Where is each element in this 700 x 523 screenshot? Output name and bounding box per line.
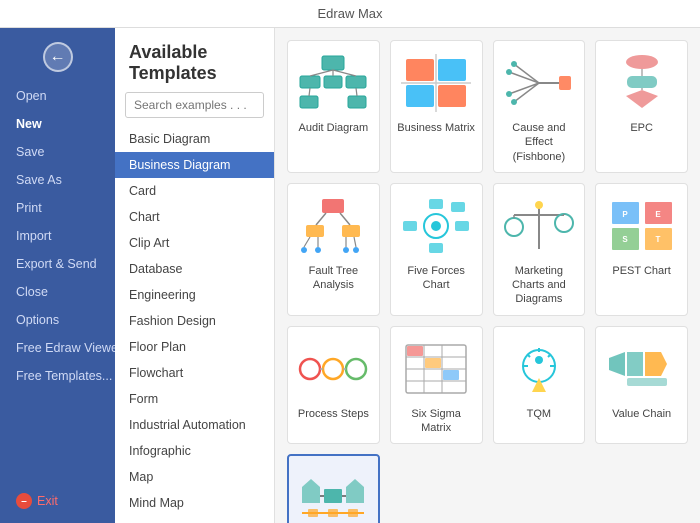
search-input[interactable] <box>125 92 264 118</box>
template-icon-cause-effect <box>503 51 575 115</box>
category-database[interactable]: Database <box>115 256 274 282</box>
template-label-six-sigma: Six Sigma Matrix <box>397 407 476 436</box>
template-icon-process-steps <box>297 337 369 401</box>
template-icon-fault-tree <box>297 194 369 258</box>
category-network[interactable]: Network <box>115 516 274 523</box>
title-bar: Edraw Max <box>0 0 700 28</box>
sidebar-back-area: ← <box>0 28 115 82</box>
template-icon-epc <box>606 51 678 115</box>
templates-area: Audit Diagram Business Matrix Cause and … <box>275 28 700 523</box>
template-card-marketing-charts[interactable]: Marketing Charts and Diagrams <box>493 183 586 316</box>
sidebar-item-new[interactable]: New <box>0 110 115 138</box>
template-icon-tqm <box>503 337 575 401</box>
template-label-fault-tree: Fault Tree Analysis <box>294 264 373 293</box>
category-basic-diagram[interactable]: Basic Diagram <box>115 126 274 152</box>
search-bar <box>125 92 264 118</box>
sidebar-item-save[interactable]: Save <box>0 138 115 166</box>
sidebar-menu: OpenNewSaveSave AsPrintImportExport & Se… <box>0 82 115 523</box>
category-infographic[interactable]: Infographic <box>115 438 274 464</box>
category-chart[interactable]: Chart <box>115 204 274 230</box>
template-label-marketing-charts: Marketing Charts and Diagrams <box>500 264 579 307</box>
sidebar-item-free-templates[interactable]: Free Templates... <box>0 362 115 390</box>
template-label-five-forces: Five Forces Chart <box>397 264 476 293</box>
svg-text:E: E <box>655 210 661 219</box>
sidebar-item-save-as[interactable]: Save As <box>0 166 115 194</box>
template-card-value-stream[interactable]: Value Stream Mapping <box>287 454 380 523</box>
template-label-pest-chart: PEST Chart <box>612 264 671 278</box>
template-label-tqm: TQM <box>527 407 551 421</box>
template-card-business-matrix[interactable]: Business Matrix <box>390 40 483 173</box>
main-layout: ← OpenNewSaveSave AsPrintImportExport & … <box>0 28 700 523</box>
template-label-value-chain: Value Chain <box>612 407 671 421</box>
template-card-epc[interactable]: EPC <box>595 40 688 173</box>
back-button[interactable]: ← <box>43 42 73 72</box>
app-title: Edraw Max <box>317 6 382 21</box>
category-business-diagram[interactable]: Business Diagram <box>115 152 274 178</box>
category-industrial-automation[interactable]: Industrial Automation <box>115 412 274 438</box>
exit-label: Exit <box>37 494 58 508</box>
category-flowchart[interactable]: Flowchart <box>115 360 274 386</box>
template-label-cause-effect: Cause and Effect (Fishbone) <box>500 121 579 164</box>
sidebar-item-open[interactable]: Open <box>0 82 115 110</box>
category-form[interactable]: Form <box>115 386 274 412</box>
template-card-audit-diagram[interactable]: Audit Diagram <box>287 40 380 173</box>
template-icon-pest-chart: P E S T <box>606 194 678 258</box>
category-panel: Available Templates Basic DiagramBusines… <box>115 28 275 523</box>
category-clip-art[interactable]: Clip Art <box>115 230 274 256</box>
template-label-audit-diagram: Audit Diagram <box>299 121 369 135</box>
category-card[interactable]: Card <box>115 178 274 204</box>
template-label-business-matrix: Business Matrix <box>397 121 475 135</box>
category-mind-map[interactable]: Mind Map <box>115 490 274 516</box>
sidebar-item-close[interactable]: Close <box>0 278 115 306</box>
category-fashion-design[interactable]: Fashion Design <box>115 308 274 334</box>
template-icon-audit-diagram <box>297 51 369 115</box>
template-icon-value-chain <box>606 337 678 401</box>
svg-text:P: P <box>622 210 628 219</box>
template-icon-value-stream <box>297 466 369 523</box>
exit-icon: ⎯ <box>16 493 32 509</box>
template-card-process-steps[interactable]: Process Steps <box>287 326 380 445</box>
sidebar-item-viewer[interactable]: Free Edraw Viewer <box>0 334 115 362</box>
category-floor-plan[interactable]: Floor Plan <box>115 334 274 360</box>
template-icon-five-forces <box>400 194 472 258</box>
sidebar: ← OpenNewSaveSave AsPrintImportExport & … <box>0 28 115 523</box>
sidebar-item-exit[interactable]: ⎯ Exit <box>0 486 115 523</box>
sidebar-item-import[interactable]: Import <box>0 222 115 250</box>
template-card-tqm[interactable]: TQM <box>493 326 586 445</box>
templates-grid: Audit Diagram Business Matrix Cause and … <box>287 40 688 523</box>
category-map[interactable]: Map <box>115 464 274 490</box>
svg-text:T: T <box>655 235 660 244</box>
template-icon-business-matrix <box>400 51 472 115</box>
available-templates-heading: Available Templates <box>115 28 274 92</box>
category-list: Basic DiagramBusiness DiagramCardChartCl… <box>115 126 274 523</box>
category-engineering[interactable]: Engineering <box>115 282 274 308</box>
template-card-pest-chart[interactable]: P E S T PEST Chart <box>595 183 688 316</box>
template-card-six-sigma[interactable]: Six Sigma Matrix <box>390 326 483 445</box>
template-icon-marketing-charts <box>503 194 575 258</box>
template-label-epc: EPC <box>630 121 653 135</box>
sidebar-item-options[interactable]: Options <box>0 306 115 334</box>
template-label-process-steps: Process Steps <box>298 407 369 421</box>
sidebar-item-print[interactable]: Print <box>0 194 115 222</box>
svg-text:S: S <box>622 235 628 244</box>
template-icon-six-sigma <box>400 337 472 401</box>
sidebar-item-export[interactable]: Export & Send <box>0 250 115 278</box>
template-card-five-forces[interactable]: Five Forces Chart <box>390 183 483 316</box>
template-card-cause-effect[interactable]: Cause and Effect (Fishbone) <box>493 40 586 173</box>
template-card-value-chain[interactable]: Value Chain <box>595 326 688 445</box>
template-card-fault-tree[interactable]: Fault Tree Analysis <box>287 183 380 316</box>
